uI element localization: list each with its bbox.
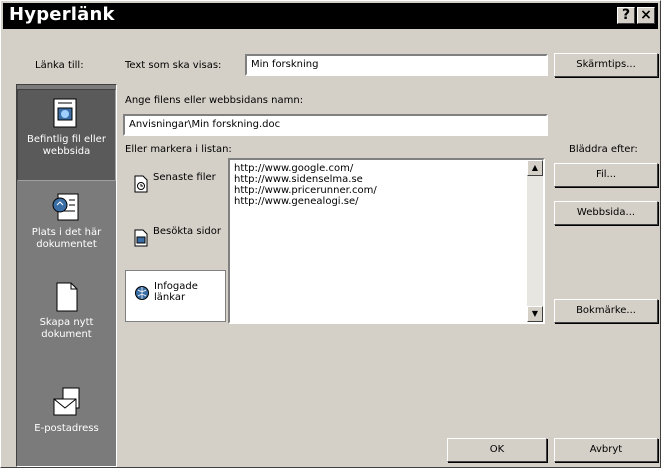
bookmark-button[interactable]: Bokmärke... xyxy=(554,299,658,323)
list-item[interactable]: http://www.pricerunner.com/ xyxy=(234,185,543,196)
screentip-button[interactable]: Skärmtips... xyxy=(554,53,658,77)
browse-webpage-button[interactable]: Webbsida... xyxy=(554,201,658,225)
cancel-button[interactable]: Avbryt xyxy=(554,438,658,462)
place-in-document-icon xyxy=(52,193,78,221)
scroll-up-icon[interactable]: ▲ xyxy=(527,160,543,176)
new-document-icon xyxy=(56,282,77,312)
category-label: Infogade länkar xyxy=(154,281,198,303)
select-from-list-label: Eller markera i listan: xyxy=(125,144,232,155)
category-label: Besökta sidor xyxy=(153,226,221,237)
list-scrollbar[interactable]: ▲ ▼ xyxy=(527,160,543,322)
dialog-title: Hyperlänk xyxy=(9,4,115,25)
sidebar-item-place-in-document[interactable]: Plats i det här dokumentet xyxy=(17,191,116,271)
category-recent-files[interactable]: Senaste filer xyxy=(125,162,226,214)
inserted-links-icon xyxy=(135,286,149,300)
title-bar[interactable]: Hyperlänk ? × xyxy=(3,3,658,29)
existing-file-icon xyxy=(53,98,76,128)
sidebar-item-existing-file[interactable]: Befintlig fil eller webbsida xyxy=(17,89,116,181)
sidebar-item-label: Skapa nytt dokument xyxy=(39,317,94,340)
category-label: Senaste filer xyxy=(153,172,216,183)
recent-files-icon xyxy=(134,175,148,193)
close-button[interactable]: × xyxy=(637,7,655,24)
browse-file-button[interactable]: Fil... xyxy=(554,163,658,187)
text-to-display-field[interactable]: Min forskning xyxy=(245,54,548,76)
category-panel: Senaste filer Besökta sidor Infogade län… xyxy=(124,158,228,324)
text-to-display-label: Text som ska visas: xyxy=(125,60,222,71)
list-item[interactable]: http://www.sidenselma.se xyxy=(234,174,543,185)
address-label: Ange filens eller webbsidans namn: xyxy=(125,95,304,106)
sidebar-item-email[interactable]: E-postadress xyxy=(17,387,116,457)
ok-button[interactable]: OK xyxy=(447,438,547,462)
link-list[interactable]: http://www.google.com/ http://www.sidens… xyxy=(228,158,545,324)
sidebar-item-label: E-postadress xyxy=(34,423,99,434)
hyperlink-dialog: Hyperlänk ? × Länka till: Befintlig fil … xyxy=(0,0,661,468)
category-visited-pages[interactable]: Besökta sidor xyxy=(125,216,226,268)
category-inserted-links[interactable]: Infogade länkar xyxy=(125,270,226,322)
sidebar-item-label: Plats i det här dokumentet xyxy=(31,227,102,250)
address-field[interactable]: Anvisningar\Min forskning.doc xyxy=(123,114,548,136)
scroll-down-icon[interactable]: ▼ xyxy=(527,306,543,322)
link-to-label: Länka till: xyxy=(35,60,84,71)
browse-for-label: Bläddra efter: xyxy=(569,144,638,155)
list-item[interactable]: http://www.genealogi.se/ xyxy=(234,196,543,207)
visited-pages-icon xyxy=(134,229,148,247)
sidebar-item-label: Befintlig fil eller webbsida xyxy=(27,134,106,157)
sidebar-item-new-document[interactable]: Skapa nytt dokument xyxy=(17,281,116,361)
help-button[interactable]: ? xyxy=(617,7,635,24)
email-icon xyxy=(53,387,79,416)
list-item[interactable]: http://www.google.com/ xyxy=(234,163,543,174)
link-type-sidebar: Befintlig fil eller webbsida Plats i det… xyxy=(16,84,117,467)
